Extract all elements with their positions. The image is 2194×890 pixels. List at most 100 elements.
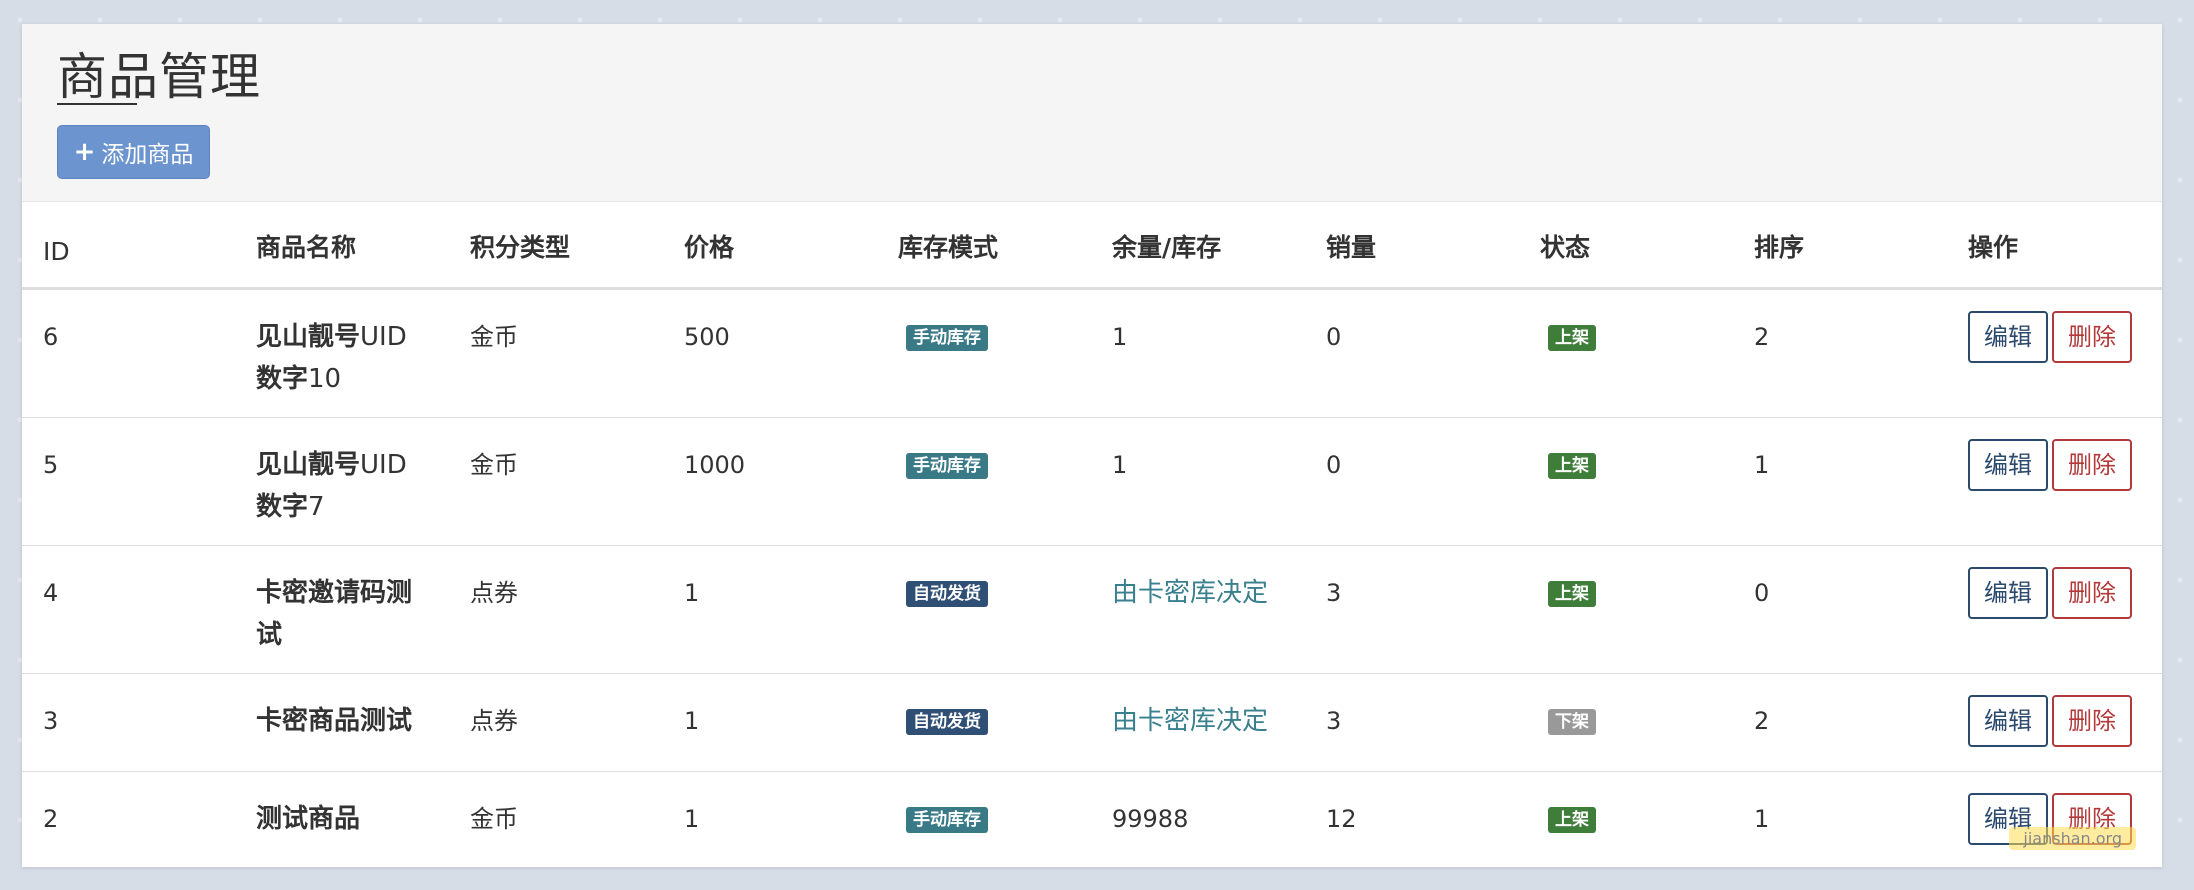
name-part: 卡密商品测试 [256, 705, 413, 736]
cell-point-type: 点券 [470, 706, 518, 735]
cell-name: 见山靓号UID 数字10 [235, 288, 449, 417]
name-part: 见山靓号 [256, 449, 361, 480]
edit-button[interactable]: 编辑 [1968, 438, 2048, 491]
edit-button[interactable]: 编辑 [1968, 694, 2048, 747]
header-stock-mode: 库存模式 [898, 233, 999, 263]
cell-stock-mode: 自动发货 [877, 545, 1091, 673]
cell-status: 上架 [1519, 417, 1733, 545]
cell-stock: 99988 [1112, 804, 1189, 833]
cell-stock: 由卡密库决定 [1091, 545, 1305, 673]
cell-sales: 0 [1326, 322, 1342, 351]
cell-name: 卡密邀请码测试 [235, 545, 449, 673]
cell-actions: 编辑 删除 [1947, 545, 2162, 673]
cell-sales: 3 [1326, 578, 1342, 607]
plus-icon: + [73, 137, 96, 167]
add-product-button[interactable]: + 添加商品 [57, 125, 210, 179]
cell-order: 1 [1754, 804, 1770, 833]
delete-button[interactable]: 删除 [2052, 694, 2132, 747]
cell-stock: 1 [1112, 322, 1128, 351]
edit-button[interactable]: 编辑 [1968, 310, 2048, 363]
delete-button[interactable]: 删除 [2052, 310, 2132, 363]
header-order: 排序 [1754, 233, 1805, 263]
cell-stock: 由卡密库决定 [1091, 673, 1305, 771]
cell-stock-mode: 手动库存 [877, 288, 1091, 417]
cell-stock-mode: 手动库存 [877, 417, 1091, 545]
title-underline [57, 103, 137, 105]
table-row: 4 卡密邀请码测试 点券 1 自动发货 由卡密库决定 3 上架 0 编辑 删除 [22, 545, 2162, 673]
status-badge: 上架 [1548, 580, 1596, 607]
name-line2: 数字 [256, 491, 309, 522]
stock-determined-text: 由卡密库决定 [1112, 705, 1269, 736]
name-uid: UID [360, 321, 407, 352]
cell-order: 2 [1754, 322, 1770, 351]
status-badge: 下架 [1548, 708, 1596, 735]
name-line2: 试 [256, 619, 283, 650]
cell-actions: 编辑 删除 [1947, 771, 2162, 867]
cell-sales: 3 [1326, 706, 1342, 735]
delete-button[interactable]: 删除 [2052, 566, 2132, 619]
name-part: 卡密邀请码测 [256, 577, 413, 608]
cell-actions: 编辑 删除 [1947, 417, 2162, 545]
cell-actions: 编辑 删除 [1947, 288, 2162, 417]
cell-name: 见山靓号UID 数字7 [235, 417, 449, 545]
cell-status: 上架 [1519, 545, 1733, 673]
cell-price: 1000 [684, 450, 746, 479]
cell-id: 5 [43, 450, 59, 479]
stock-mode-badge: 自动发货 [906, 708, 988, 735]
stock-mode-badge: 手动库存 [906, 806, 988, 833]
cell-status: 上架 [1519, 771, 1733, 867]
name-part: 见山靓号 [256, 321, 361, 352]
header-id: ID [43, 236, 70, 266]
header-actions: 操作 [1968, 233, 2019, 263]
cell-stock: 1 [1112, 450, 1128, 479]
cell-id: 3 [43, 706, 59, 735]
panel-header: 商品管理 + 添加商品 [22, 24, 2162, 202]
cell-actions: 编辑 删除 [1947, 673, 2162, 771]
cell-name: 测试商品 [235, 771, 449, 867]
product-management-panel: 商品管理 + 添加商品 ID 商品名称 积分类型 价格 库存模式 余量/库存 销… [22, 24, 2162, 867]
table-row: 6 见山靓号UID 数字10 金币 500 手动库存 1 0 上架 2 编辑 删除 [22, 288, 2162, 417]
cell-price: 1 [684, 578, 700, 607]
cell-name: 卡密商品测试 [235, 673, 449, 771]
add-product-label: 添加商品 [101, 142, 194, 168]
cell-id: 4 [43, 578, 59, 607]
header-point-type: 积分类型 [470, 233, 571, 263]
table-row: 2 测试商品 金币 1 手动库存 99988 12 上架 1 编辑 删除 [22, 771, 2162, 867]
name-num: 10 [308, 363, 342, 394]
cell-order: 0 [1754, 578, 1770, 607]
cell-point-type: 金币 [470, 322, 518, 351]
cell-order: 2 [1754, 706, 1770, 735]
cell-status: 上架 [1519, 288, 1733, 417]
cell-sales: 0 [1326, 450, 1342, 479]
status-badge: 上架 [1548, 452, 1596, 479]
watermark: jianshan.org [2009, 827, 2136, 850]
header-stock: 余量/库存 [1112, 233, 1222, 263]
cell-sales: 12 [1326, 804, 1357, 833]
cell-point-type: 点券 [470, 578, 518, 607]
name-uid: UID [360, 449, 407, 480]
status-badge: 上架 [1548, 324, 1596, 351]
stock-determined-text: 由卡密库决定 [1112, 577, 1269, 608]
edit-button[interactable]: 编辑 [1968, 566, 2048, 619]
header-name: 商品名称 [256, 233, 357, 263]
table-row: 3 卡密商品测试 点券 1 自动发货 由卡密库决定 3 下架 2 编辑 删除 [22, 673, 2162, 771]
cell-point-type: 金币 [470, 450, 518, 479]
name-part: 测试商品 [256, 803, 361, 834]
stock-mode-badge: 自动发货 [906, 580, 988, 607]
cell-id: 6 [43, 322, 59, 351]
delete-button[interactable]: 删除 [2052, 438, 2132, 491]
name-num: 7 [308, 491, 325, 522]
cell-stock-mode: 自动发货 [877, 673, 1091, 771]
stock-mode-badge: 手动库存 [906, 324, 988, 351]
cell-point-type: 金币 [470, 804, 518, 833]
cell-stock-mode: 手动库存 [877, 771, 1091, 867]
cell-id: 2 [43, 804, 59, 833]
table-row: 5 见山靓号UID 数字7 金币 1000 手动库存 1 0 上架 1 编辑 删除 [22, 417, 2162, 545]
product-table: ID 商品名称 积分类型 价格 库存模式 余量/库存 销量 状态 排序 操作 6… [22, 202, 2162, 867]
table-header-row: ID 商品名称 积分类型 价格 库存模式 余量/库存 销量 状态 排序 操作 [22, 202, 2162, 288]
cell-price: 500 [684, 322, 730, 351]
name-line2: 数字 [256, 363, 309, 394]
cell-price: 1 [684, 706, 700, 735]
header-status: 状态 [1540, 233, 1591, 263]
header-sales: 销量 [1326, 233, 1377, 263]
